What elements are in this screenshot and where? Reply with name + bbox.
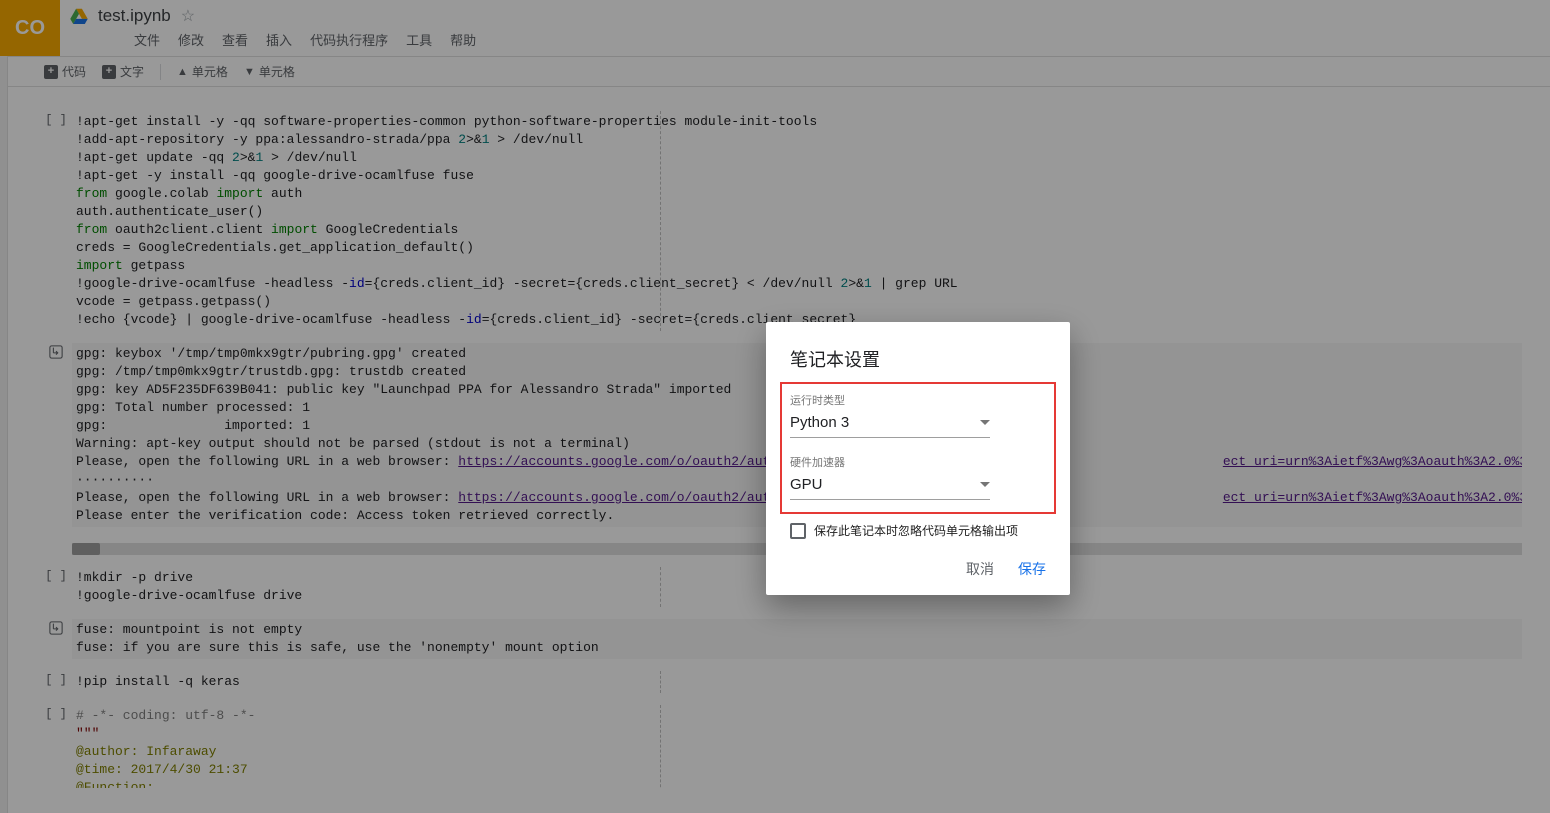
- runtime-type-label: 运行时类型: [790, 392, 1046, 408]
- cancel-button[interactable]: 取消: [966, 559, 994, 579]
- chevron-down-icon: [980, 482, 990, 487]
- save-button[interactable]: 保存: [1018, 559, 1046, 579]
- notebook-settings-dialog: 笔记本设置 运行时类型 Python 3 硬件加速器 GPU 保存此笔记本时忽略…: [766, 322, 1070, 595]
- dialog-title: 笔记本设置: [790, 346, 1046, 372]
- accelerator-label: 硬件加速器: [790, 454, 1046, 470]
- runtime-type-select[interactable]: Python 3: [790, 410, 990, 438]
- omit-output-checkbox[interactable]: [790, 523, 806, 539]
- highlight-box: 运行时类型 Python 3 硬件加速器 GPU: [780, 382, 1056, 514]
- accelerator-select[interactable]: GPU: [790, 472, 990, 500]
- chevron-down-icon: [980, 420, 990, 425]
- omit-output-label: 保存此笔记本时忽略代码单元格输出项: [814, 522, 1018, 539]
